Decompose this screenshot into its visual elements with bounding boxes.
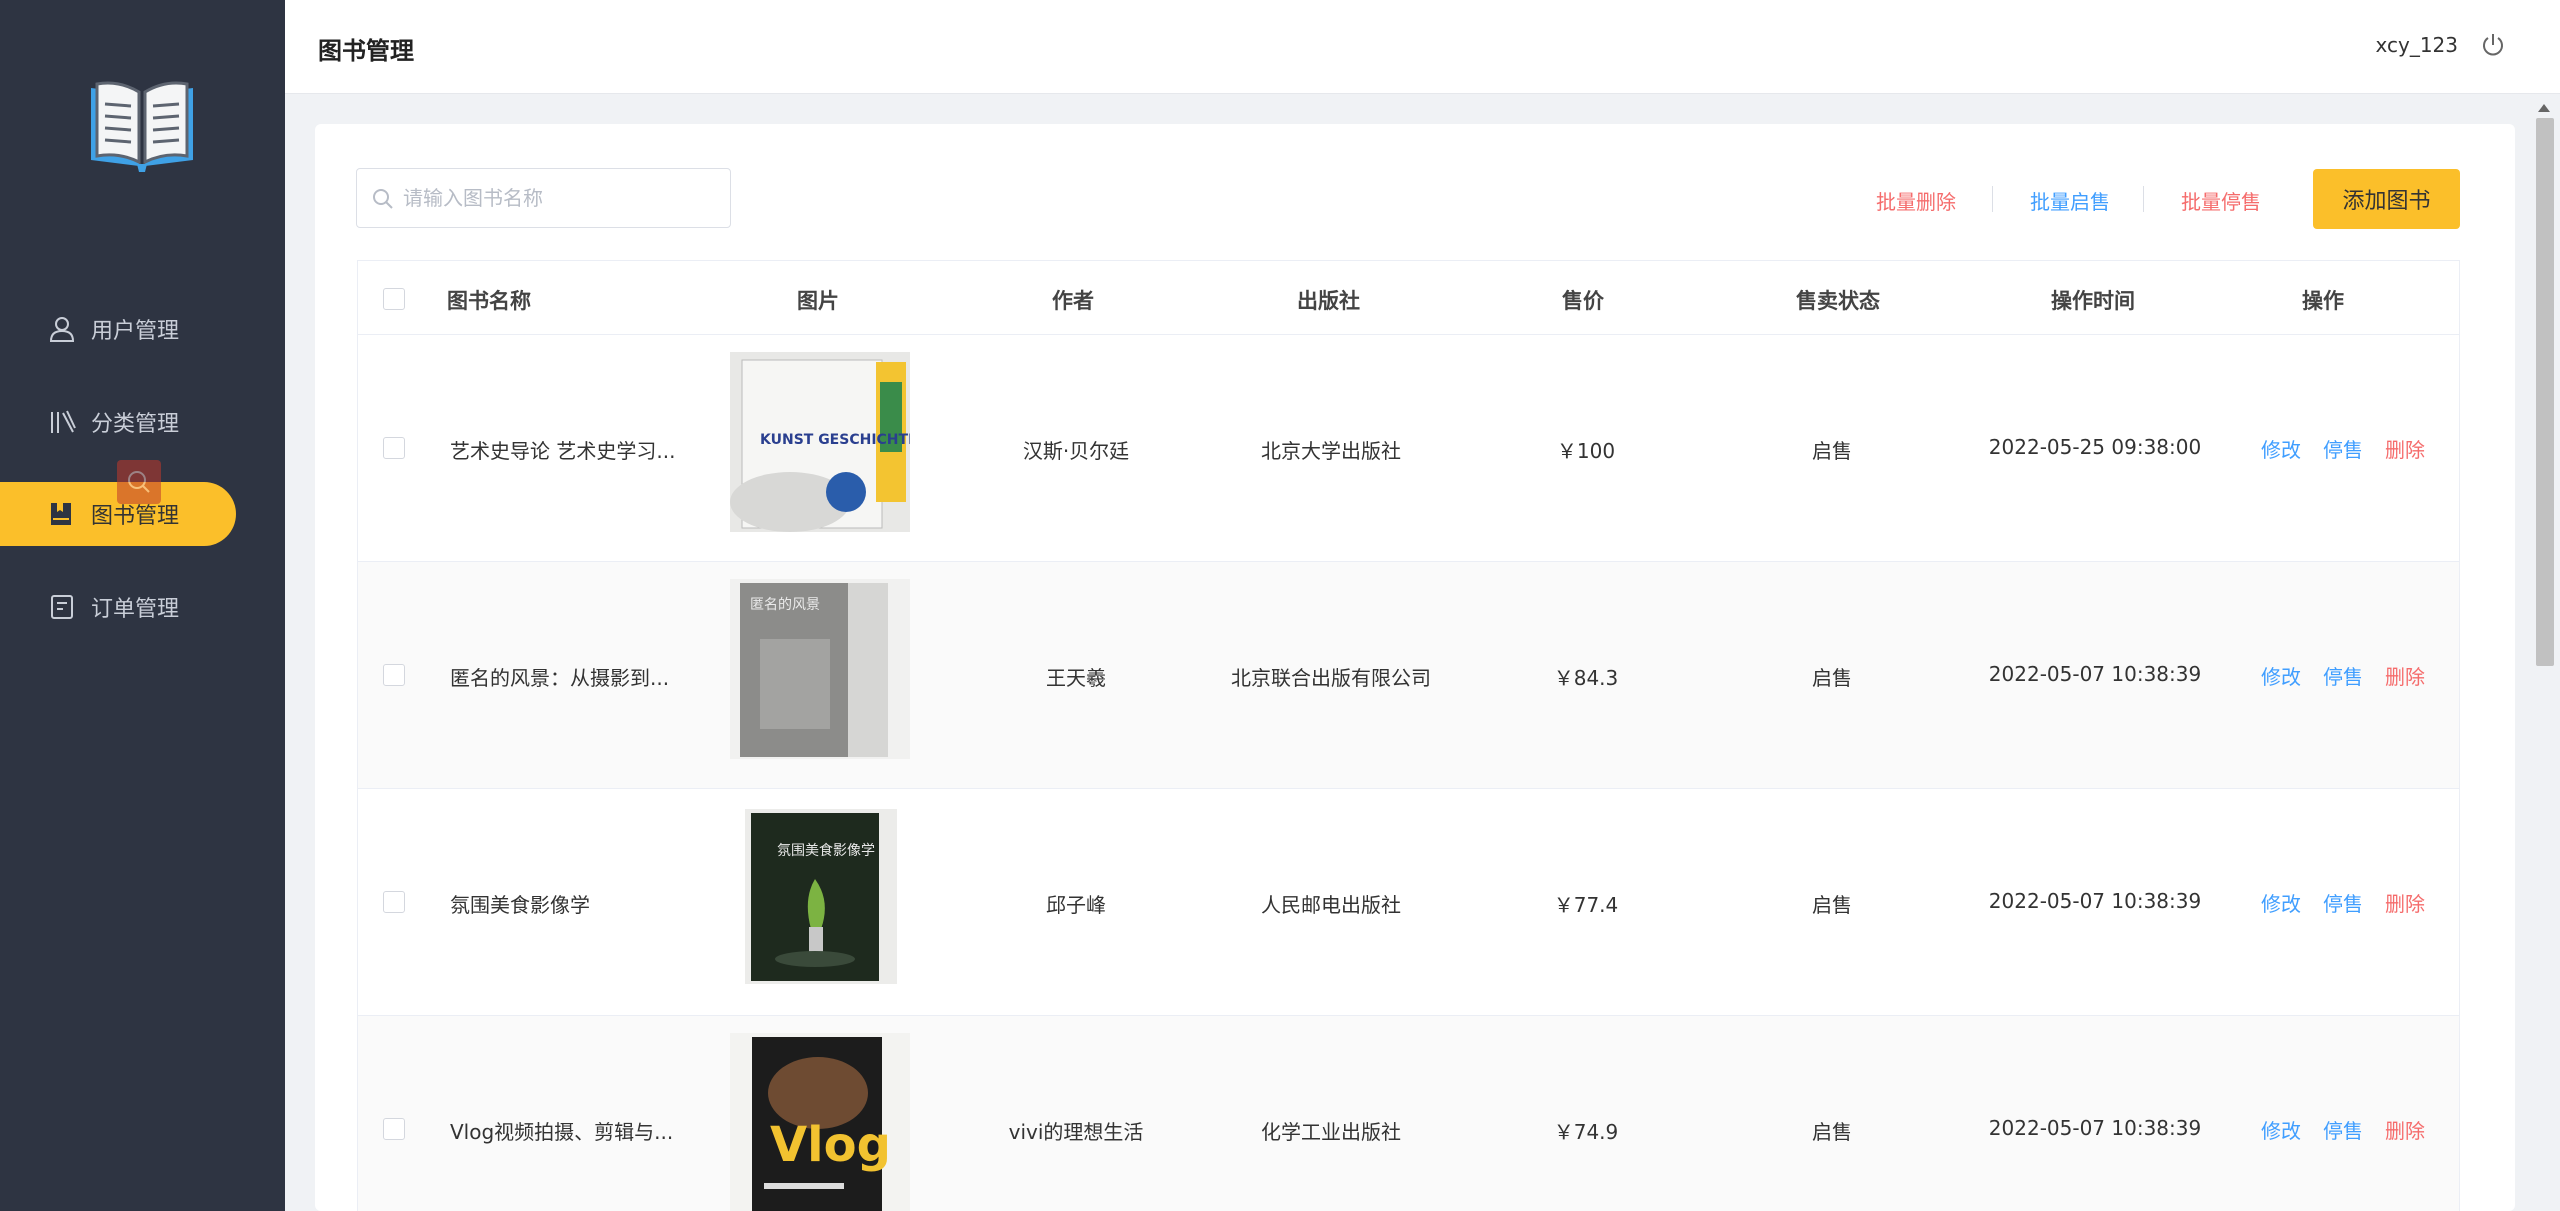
edit-link[interactable]: 修改 — [2261, 1115, 2301, 1144]
book-name: 匿名的风景：从摄影到... — [450, 666, 670, 690]
toolbar-divider — [1992, 186, 1993, 212]
disable-link[interactable]: 停售 — [2323, 1115, 2363, 1144]
row-checkbox[interactable] — [383, 1118, 405, 1140]
batch-disable-button[interactable]: 批量停售 — [2181, 186, 2261, 215]
column-header-name: 图书名称 — [447, 289, 531, 313]
user-icon — [49, 317, 75, 342]
sidebar-item-label: 订单管理 — [91, 597, 180, 622]
operation-time: 2022-05-07 10:38:39 — [1988, 662, 2202, 686]
delete-link[interactable]: 删除 — [2385, 661, 2425, 690]
book-name: 氛围美食影像学 — [450, 893, 590, 917]
search-field[interactable] — [356, 168, 731, 228]
operation-time: 2022-05-07 10:38:39 — [1988, 889, 2202, 913]
book-publisher: 人民邮电出版社 — [1261, 893, 1401, 917]
table-row: 匿名的风景：从摄影到... 匿名的风景 王天羲 北京联合出版有限公司 ￥84.3… — [358, 562, 2459, 789]
book-author: vivi的理想生活 — [1008, 1120, 1144, 1144]
book-cover-image: Vlog — [730, 1033, 910, 1211]
search-input[interactable] — [403, 169, 723, 227]
column-header-image: 图片 — [797, 289, 839, 313]
sidebar-item-categories[interactable]: 分类管理 — [0, 390, 236, 454]
book-publisher: 北京大学出版社 — [1261, 439, 1401, 463]
column-header-time: 操作时间 — [2051, 289, 2135, 313]
book-price: ￥77.4 — [1553, 893, 1619, 917]
library-icon — [51, 410, 76, 433]
delete-link[interactable]: 删除 — [2385, 434, 2425, 463]
column-header-status: 售卖状态 — [1796, 289, 1880, 313]
book-cover-image: KUNST GESCHICHTE — [730, 352, 910, 532]
column-header-price: 售价 — [1562, 289, 1604, 313]
sidebar-item-label: 分类管理 — [91, 412, 180, 437]
batch-enable-button[interactable]: 批量启售 — [2030, 186, 2110, 215]
column-header-publisher: 出版社 — [1297, 289, 1360, 313]
edit-link[interactable]: 修改 — [2261, 434, 2301, 463]
delete-link[interactable]: 删除 — [2385, 1115, 2425, 1144]
book-logo-icon — [91, 81, 193, 172]
row-checkbox[interactable] — [383, 891, 405, 913]
delete-link[interactable]: 删除 — [2385, 888, 2425, 917]
search-icon — [373, 189, 393, 209]
book-name: 艺术史导论 艺术史学习... — [450, 439, 676, 463]
table-row: Vlog视频拍摄、剪辑与... Vlog vivi的理想生活 化学工业出版社 ￥… — [358, 1016, 2459, 1211]
edit-link[interactable]: 修改 — [2261, 888, 2301, 917]
sidebar-item-label: 用户管理 — [91, 319, 180, 344]
book-price: ￥100 — [1556, 439, 1616, 463]
order-icon — [51, 595, 73, 619]
sidebar-item-users[interactable]: 用户管理 — [0, 297, 236, 361]
scrollbar-thumb[interactable] — [2536, 118, 2554, 666]
cover-title: 氛围美食影像学 — [777, 842, 875, 859]
sidebar-item-orders[interactable]: 订单管理 — [0, 575, 236, 639]
book-cover-image: 氛围美食影像学 — [745, 809, 897, 984]
sidebar: 用户管理 分类管理 图书管理 订单管理 — [0, 0, 285, 1211]
table-header: 图书名称 图片 作者 出版社 售价 售卖状态 操作时间 操作 — [358, 261, 2459, 335]
book-price: ￥84.3 — [1553, 666, 1619, 690]
book-icon — [51, 503, 71, 525]
scroll-up-arrow-icon[interactable] — [2538, 104, 2550, 112]
edit-link[interactable]: 修改 — [2261, 661, 2301, 690]
username: xcy_123 — [2375, 33, 2459, 57]
book-author: 汉斯·贝尔廷 — [1022, 439, 1130, 463]
books-table: 图书名称 图片 作者 出版社 售价 售卖状态 操作时间 操作 艺术史导论 艺术史… — [357, 260, 2460, 1211]
book-status: 启售 — [1812, 893, 1852, 917]
add-book-button[interactable]: 添加图书 — [2313, 169, 2460, 229]
cover-title: Vlog — [770, 1117, 891, 1173]
disable-link[interactable]: 停售 — [2323, 661, 2363, 690]
column-header-actions: 操作 — [2302, 289, 2344, 313]
select-all-checkbox[interactable] — [383, 288, 405, 310]
row-checkbox[interactable] — [383, 437, 405, 459]
page-title: 图书管理 — [318, 37, 414, 65]
content-card: 批量删除 批量启售 批量停售 添加图书 图书名称 图片 作者 出版社 售价 售卖… — [315, 124, 2515, 1211]
page-scrollbar[interactable] — [2532, 100, 2556, 1211]
book-status: 启售 — [1812, 1120, 1852, 1144]
book-status: 启售 — [1812, 666, 1852, 690]
operation-time: 2022-05-07 10:38:39 — [1988, 1116, 2202, 1140]
book-price: ￥74.9 — [1553, 1120, 1619, 1144]
floating-search-icon[interactable] — [117, 460, 161, 504]
book-publisher: 化学工业出版社 — [1261, 1120, 1401, 1144]
top-header: 图书管理 xcy_123 — [285, 0, 2560, 94]
book-cover-image: 匿名的风景 — [730, 579, 910, 759]
book-author: 王天羲 — [1046, 666, 1106, 690]
book-author: 邱子峰 — [1046, 893, 1106, 917]
cover-title: KUNST GESCHICHTE — [760, 432, 910, 448]
operation-time: 2022-05-25 09:38:00 — [1988, 435, 2202, 459]
power-icon[interactable] — [2480, 32, 2506, 58]
book-publisher: 北京联合出版有限公司 — [1231, 666, 1431, 690]
disable-link[interactable]: 停售 — [2323, 434, 2363, 463]
row-checkbox[interactable] — [383, 664, 405, 686]
toolbar-divider — [2143, 186, 2144, 212]
book-status: 启售 — [1812, 439, 1852, 463]
cover-title: 匿名的风景 — [750, 597, 820, 613]
column-header-author: 作者 — [1052, 289, 1094, 313]
disable-link[interactable]: 停售 — [2323, 888, 2363, 917]
table-row: 氛围美食影像学 氛围美食影像学 邱子峰 人民邮电出版社 ￥77.4 启售 202… — [358, 789, 2459, 1016]
book-name: Vlog视频拍摄、剪辑与... — [450, 1120, 674, 1144]
table-row: 艺术史导论 艺术史学习... KUNST GESCHICHTE 汉斯·贝尔廷 北… — [358, 335, 2459, 562]
batch-delete-button[interactable]: 批量删除 — [1876, 186, 1956, 215]
